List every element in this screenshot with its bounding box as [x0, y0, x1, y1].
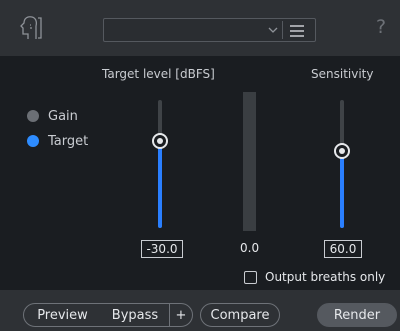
target-level-slider[interactable] [150, 100, 170, 228]
bypass-plus-button[interactable]: + [169, 303, 193, 327]
radio-dot [27, 110, 39, 122]
output-breaths-only-label: Output breaths only [265, 270, 386, 284]
top-bar: ? [0, 0, 400, 56]
render-button[interactable]: Render [317, 303, 397, 327]
meter-value: 0.0 [240, 241, 260, 255]
help-button[interactable]: ? [376, 16, 386, 38]
slider-fill [158, 141, 162, 228]
sensitivity-label: Sensitivity [311, 67, 374, 81]
sensitivity-value[interactable]: 60.0 [324, 240, 362, 258]
mode-gain-radio[interactable]: Gain [27, 108, 78, 124]
level-meter [243, 92, 256, 231]
dropdown-divider [282, 21, 283, 39]
preset-dropdown[interactable] [103, 18, 316, 42]
slider-fill [340, 151, 344, 228]
chevron-down-icon[interactable] [267, 24, 279, 36]
output-breaths-only-checkbox[interactable]: Output breaths only [244, 269, 385, 285]
mode-gain-label: Gain [48, 108, 78, 124]
sensitivity-slider[interactable] [332, 100, 352, 228]
main-panel: Target level [dBFS] Sensitivity Gain Tar… [0, 56, 400, 290]
mode-target-label: Target [48, 133, 89, 149]
target-level-label: Target level [dBFS] [102, 67, 215, 81]
checkbox-box[interactable] [244, 270, 257, 284]
preview-button[interactable]: Preview [23, 303, 102, 327]
mode-target-radio[interactable]: Target [27, 133, 88, 149]
slider-thumb[interactable] [152, 133, 168, 149]
breath-control-module-icon [20, 16, 42, 39]
radio-dot [27, 135, 39, 147]
slider-thumb[interactable] [334, 143, 350, 159]
target-level-value[interactable]: -30.0 [141, 240, 183, 258]
bottom-bar: Preview Bypass + Compare Render [0, 290, 400, 331]
compare-button[interactable]: Compare [200, 303, 280, 327]
preset-menu-icon[interactable] [288, 23, 306, 39]
bypass-button[interactable]: Bypass [101, 303, 170, 327]
